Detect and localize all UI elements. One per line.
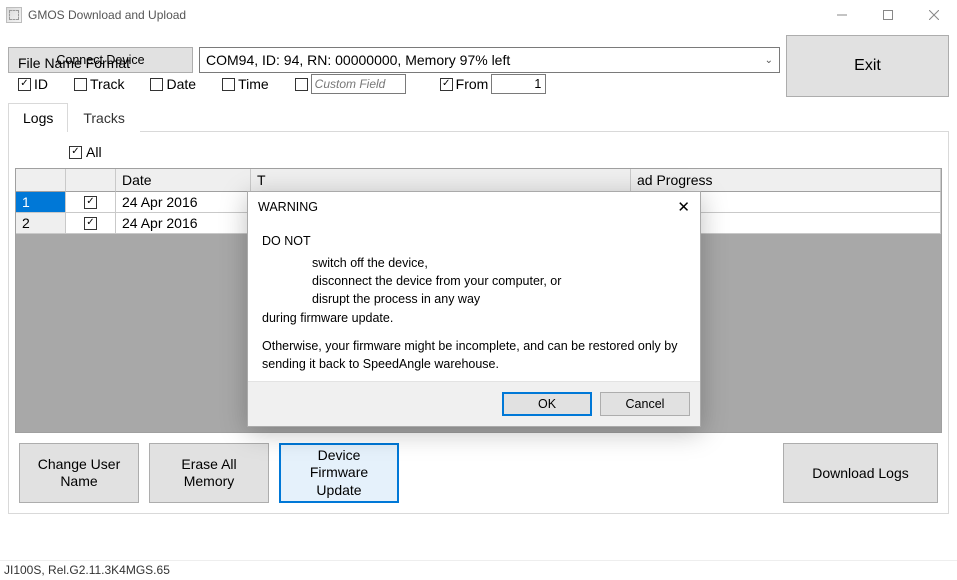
close-icon[interactable]: ✕ (677, 198, 690, 216)
dialog-line: disconnect the device from your computer… (262, 272, 686, 290)
cancel-button[interactable]: Cancel (600, 392, 690, 416)
ok-button[interactable]: OK (502, 392, 592, 416)
dialog-buttons: OK Cancel (248, 381, 700, 426)
warning-dialog: WARNING ✕ DO NOT switch off the device, … (247, 191, 701, 427)
modal-overlay: WARNING ✕ DO NOT switch off the device, … (0, 0, 957, 580)
dialog-line: switch off the device, (262, 254, 686, 272)
dialog-line: during firmware update. (262, 309, 686, 327)
dialog-title: WARNING (258, 200, 318, 214)
dialog-line: Otherwise, your firmware might be incomp… (262, 337, 686, 373)
dialog-donot: DO NOT (262, 232, 686, 250)
dialog-titlebar: WARNING ✕ (248, 192, 700, 220)
dialog-body: DO NOT switch off the device, disconnect… (248, 220, 700, 381)
dialog-line: disrupt the process in any way (262, 290, 686, 308)
